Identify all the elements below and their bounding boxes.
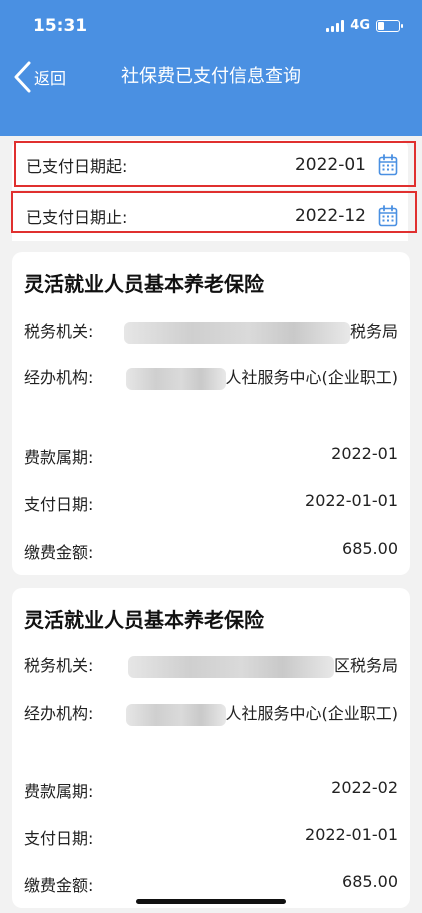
- signal-icon: [326, 19, 345, 32]
- amount-row: 缴费金额: 685.00: [24, 872, 398, 896]
- amount-label: 缴费金额:: [24, 543, 94, 562]
- card-title: 灵活就业人员基本养老保险: [24, 608, 264, 632]
- start-date-label: 已支付日期起:: [26, 157, 128, 176]
- nav-bar: 返回 社保费已支付信息查询: [0, 50, 422, 136]
- status-icons: 4G: [326, 18, 403, 33]
- period-value: 2022-02: [331, 778, 398, 797]
- tax-office-label: 税务机关:: [24, 322, 94, 341]
- period-value: 2022-01: [331, 444, 398, 463]
- battery-icon: [376, 19, 403, 32]
- org-row: 经办机构: 人社服务中心(企业职工): [24, 364, 398, 392]
- org-row: 经办机构: 人社服务中心(企业职工): [24, 700, 398, 728]
- end-date-label: 已支付日期止:: [26, 208, 128, 227]
- period-label: 费款属期:: [24, 782, 94, 801]
- org-value: 人社服务中心(企业职工): [225, 368, 399, 387]
- pay-date-label: 支付日期:: [24, 495, 94, 514]
- start-date-value[interactable]: 2022-01: [295, 155, 366, 175]
- redacted-blur: [125, 367, 226, 390]
- org-label: 经办机构:: [24, 368, 94, 387]
- amount-row: 缴费金额: 685.00: [24, 539, 398, 563]
- redacted-blur: [123, 321, 350, 344]
- tax-office-label: 税务机关:: [24, 656, 94, 675]
- status-bar: 15:31 4G: [0, 0, 422, 50]
- tax-office-value: 区税务局: [333, 656, 398, 675]
- home-indicator[interactable]: [136, 899, 286, 904]
- card-title: 灵活就业人员基本养老保险: [24, 272, 264, 296]
- org-value: 人社服务中心(企业职工): [225, 704, 399, 723]
- network-type: 4G: [350, 18, 370, 33]
- end-date-row[interactable]: 已支付日期止: 2022-12: [12, 191, 408, 241]
- pay-date-row: 支付日期: 2022-01-01: [24, 491, 398, 515]
- page-title: 社保费已支付信息查询: [121, 66, 301, 87]
- amount-label: 缴费金额:: [24, 876, 94, 895]
- status-time: 15:31: [33, 16, 88, 36]
- org-label: 经办机构:: [24, 704, 94, 723]
- amount-value: 685.00: [342, 872, 398, 891]
- start-date-row[interactable]: 已支付日期起: 2022-01: [12, 140, 408, 190]
- payment-card: 灵活就业人员基本养老保险 税务机关: 区税务局 经办机构: 人社服务中心(企业职…: [12, 588, 410, 908]
- pay-date-row: 支付日期: 2022-01-01: [24, 825, 398, 849]
- redacted-blur: [127, 655, 334, 678]
- calendar-icon[interactable]: [378, 154, 398, 176]
- payment-card: 灵活就业人员基本养老保险 税务机关: 税务局 经办机构: 人社服务中心(企业职工…: [12, 252, 410, 575]
- period-row: 费款属期: 2022-01: [24, 444, 398, 468]
- period-row: 费款属期: 2022-02: [24, 778, 398, 802]
- pay-date-label: 支付日期:: [24, 829, 94, 848]
- pay-date-value: 2022-01-01: [305, 825, 398, 844]
- tax-office-value: 税务局: [349, 322, 398, 341]
- period-label: 费款属期:: [24, 448, 94, 467]
- tax-office-row: 税务机关: 区税务局: [24, 652, 398, 678]
- end-date-value[interactable]: 2022-12: [295, 206, 366, 226]
- pay-date-value: 2022-01-01: [305, 491, 398, 510]
- redacted-blur: [125, 703, 226, 726]
- tax-office-row: 税务机关: 税务局: [24, 318, 398, 344]
- amount-value: 685.00: [342, 539, 398, 558]
- calendar-icon[interactable]: [378, 205, 398, 227]
